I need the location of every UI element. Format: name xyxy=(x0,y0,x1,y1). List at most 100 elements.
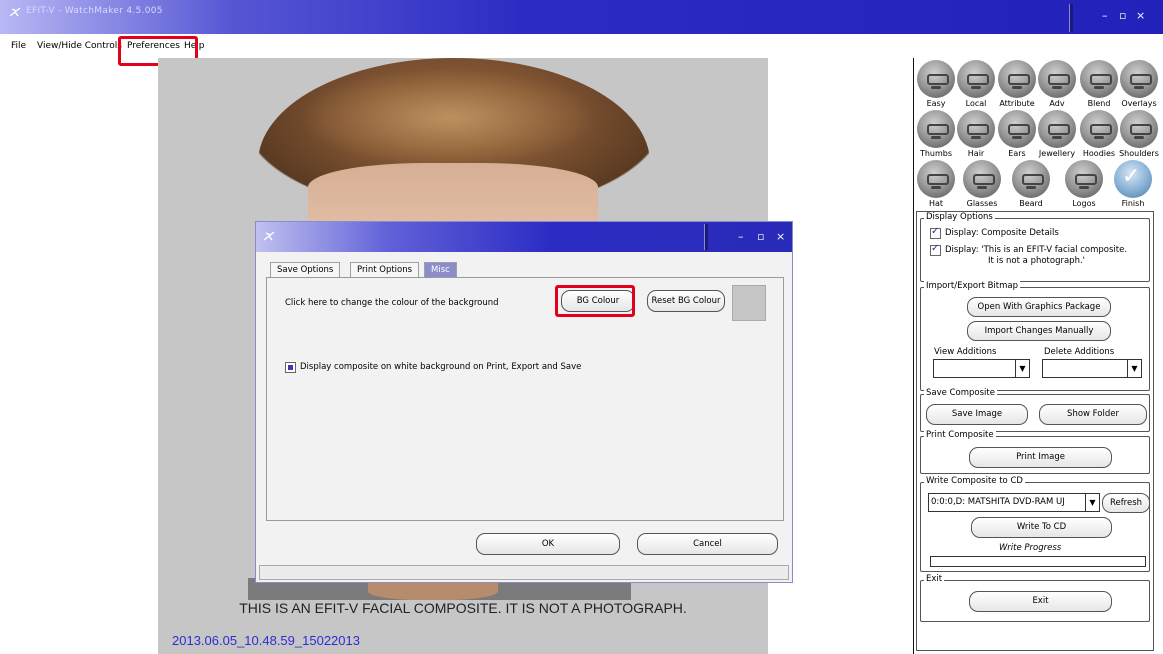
bg-colour-button[interactable]: BG Colour xyxy=(561,290,635,312)
tool-easy[interactable]: Easy xyxy=(916,60,956,108)
menu-help[interactable]: Help xyxy=(184,41,205,51)
tab-save-options[interactable]: Save Options xyxy=(270,262,341,278)
print-composite-legend: Print Composite xyxy=(924,430,996,440)
dialog-status-bar xyxy=(259,565,789,580)
tool-logos[interactable]: Logos xyxy=(1064,160,1104,208)
tool-adv-label: Adv xyxy=(1049,99,1065,108)
exit-button[interactable]: Exit xyxy=(969,591,1112,612)
import-changes-manually-button[interactable]: Import Changes Manually xyxy=(967,321,1111,341)
local-face-icon xyxy=(957,60,995,98)
open-graphics-package-button[interactable]: Open With Graphics Package xyxy=(967,297,1111,317)
hair-face-icon xyxy=(957,110,995,148)
tool-local[interactable]: Local xyxy=(956,60,996,108)
white-bg-checkbox[interactable] xyxy=(285,362,296,373)
tool-jewellery[interactable]: Jewellery xyxy=(1037,110,1077,158)
chevron-down-icon: ▼ xyxy=(1015,360,1029,377)
composite-forehead xyxy=(308,163,598,223)
menu-preferences[interactable]: Preferences xyxy=(127,41,180,51)
save-composite-legend: Save Composite xyxy=(924,388,997,398)
write-progress-bar xyxy=(930,556,1146,567)
import-export-group: Import/Export Bitmap Open With Graphics … xyxy=(920,281,1150,391)
composite-hair-highlight xyxy=(298,68,598,168)
app-title: EFIT-V - WatchMaker 4.5.005 xyxy=(26,6,163,16)
menu-view-hide-controls[interactable]: View/Hide Controls xyxy=(37,41,122,51)
tool-hoodies-label: Hoodies xyxy=(1082,149,1116,158)
adv-face-icon xyxy=(1038,60,1076,98)
write-to-cd-button[interactable]: Write To CD xyxy=(971,517,1112,538)
jewellery-face-icon xyxy=(1038,110,1076,148)
display-options-legend: Display Options xyxy=(924,212,995,222)
refresh-button[interactable]: Refresh xyxy=(1102,493,1150,513)
composite-timestamp: 2013.06.05_10.48.59_15022013 xyxy=(172,633,360,648)
ok-button[interactable]: OK xyxy=(476,533,620,555)
cancel-button[interactable]: Cancel xyxy=(637,533,778,555)
view-additions-dropdown[interactable]: ▼ xyxy=(933,359,1030,378)
tool-blend[interactable]: Blend xyxy=(1079,60,1119,108)
tab-print-options[interactable]: Print Options xyxy=(350,262,420,278)
reset-bg-colour-button[interactable]: Reset BG Colour xyxy=(647,290,725,312)
tab-misc[interactable]: Misc xyxy=(424,262,457,278)
tool-local-label: Local xyxy=(965,99,987,108)
tool-jewellery-label: Jewellery xyxy=(1038,149,1076,158)
blend-face-icon xyxy=(1080,60,1118,98)
dialog-minimize-button[interactable]: – xyxy=(738,231,744,243)
tool-hat[interactable]: Hat xyxy=(916,160,956,208)
tool-ears-label: Ears xyxy=(1008,149,1026,158)
write-cd-group: Write Composite to CD 0:0:0,D: MATSHITA … xyxy=(920,476,1150,572)
menu-file[interactable]: File xyxy=(11,41,26,51)
bg-colour-swatch xyxy=(732,285,766,321)
exit-group: Exit Exit xyxy=(920,574,1150,622)
tool-hat-label: Hat xyxy=(928,199,944,208)
efit-notice-checkbox[interactable] xyxy=(930,243,941,256)
show-folder-button[interactable]: Show Folder xyxy=(1039,404,1147,425)
minimize-button[interactable]: – xyxy=(1102,10,1108,22)
save-image-button[interactable]: Save Image xyxy=(926,404,1028,425)
tool-hair[interactable]: Hair xyxy=(956,110,996,158)
cd-drive-dropdown[interactable]: 0:0:0,D: MATSHITA DVD-RAM UJ ▼ xyxy=(928,493,1100,512)
close-button[interactable]: × xyxy=(1136,10,1145,22)
tool-overlays[interactable]: Overlays xyxy=(1119,60,1159,108)
tool-hair-label: Hair xyxy=(967,149,985,158)
cd-drive-value: 0:0:0,D: MATSHITA DVD-RAM UJ xyxy=(931,497,1065,507)
tool-blend-label: Blend xyxy=(1087,99,1111,108)
display-options-group: Display Options Display: Composite Detai… xyxy=(920,212,1150,282)
finish-check-icon xyxy=(1114,160,1152,198)
tool-beard-label: Beard xyxy=(1019,199,1043,208)
tool-thumbs[interactable]: Thumbs xyxy=(916,110,956,158)
tool-hoodies[interactable]: Hoodies xyxy=(1079,110,1119,158)
efit-notice-label-2: It is not a photograph.' xyxy=(988,256,1086,266)
write-cd-legend: Write Composite to CD xyxy=(924,476,1025,486)
tool-adv[interactable]: Adv xyxy=(1037,60,1077,108)
hoodies-face-icon xyxy=(1080,110,1118,148)
composite-details-checkbox[interactable] xyxy=(930,226,941,239)
dialog-logo-icon xyxy=(263,231,275,241)
easy-face-icon xyxy=(917,60,955,98)
menu-bar: File View/Hide Controls Preferences Help xyxy=(0,34,1163,58)
dialog-title-separator xyxy=(704,224,708,250)
beard-face-icon xyxy=(1012,160,1050,198)
tool-glasses[interactable]: Glasses xyxy=(962,160,1002,208)
exit-legend: Exit xyxy=(924,574,945,584)
preferences-dialog: – ▫ × Save Options Print Options Misc Cl… xyxy=(255,221,793,583)
tool-icon-grid: Easy Local Attribute Adv Blend Overlays … xyxy=(916,60,1163,210)
tool-finish[interactable]: Finish xyxy=(1113,160,1153,208)
shoulders-face-icon xyxy=(1120,110,1158,148)
misc-tab-panel: Click here to change the colour of the b… xyxy=(266,277,784,521)
tool-ears[interactable]: Ears xyxy=(997,110,1037,158)
dialog-close-button[interactable]: × xyxy=(776,231,785,243)
app-logo-icon xyxy=(9,7,21,17)
tool-attribute[interactable]: Attribute xyxy=(997,60,1037,108)
save-composite-group: Save Composite Save Image Show Folder xyxy=(920,388,1150,432)
print-image-button[interactable]: Print Image xyxy=(969,447,1112,468)
thumbs-face-icon xyxy=(917,110,955,148)
white-bg-checkbox-label: Display composite on white background on… xyxy=(300,362,582,372)
composite-disclaimer: THIS IS AN EFIT-V FACIAL COMPOSITE. IT I… xyxy=(239,600,687,616)
tool-beard[interactable]: Beard xyxy=(1011,160,1051,208)
tool-shoulders[interactable]: Shoulders xyxy=(1119,110,1159,158)
tool-attribute-label: Attribute xyxy=(999,99,1035,108)
maximize-button[interactable]: ▫ xyxy=(1119,10,1126,22)
dialog-maximize-button[interactable]: ▫ xyxy=(757,231,764,243)
hat-face-icon xyxy=(917,160,955,198)
delete-additions-dropdown[interactable]: ▼ xyxy=(1042,359,1142,378)
glasses-face-icon xyxy=(963,160,1001,198)
